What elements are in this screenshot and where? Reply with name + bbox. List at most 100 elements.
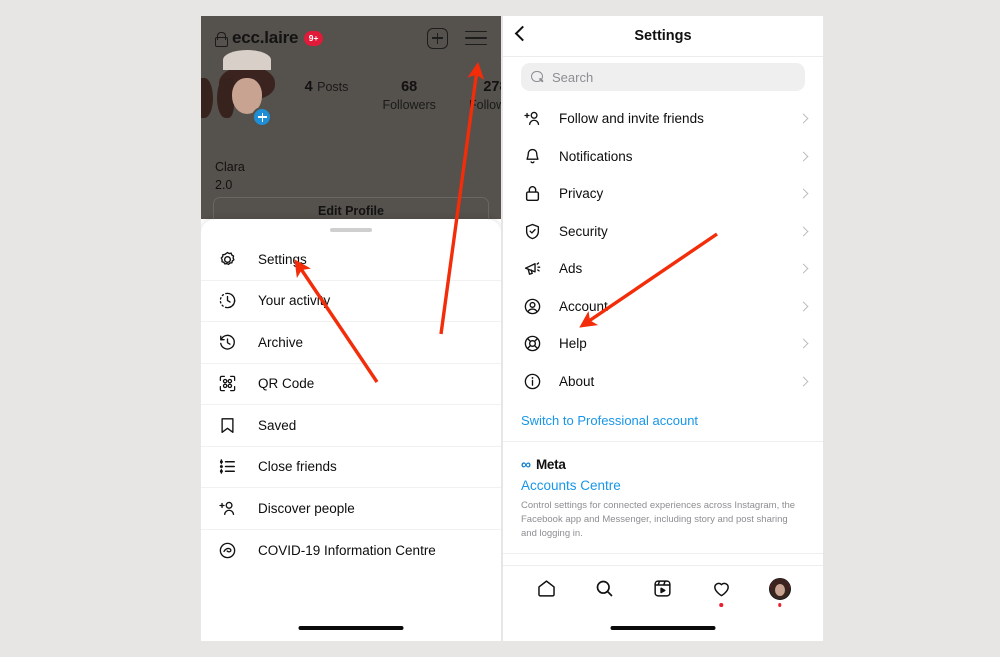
meta-infinity-icon: ∞ — [521, 456, 531, 472]
settings-item-label: Follow and invite friends — [559, 111, 704, 127]
sheet-item-label: Saved — [258, 417, 297, 433]
sheet-item-label: Discover people — [258, 500, 355, 516]
profile-avatar-icon — [768, 577, 791, 600]
account-circle-icon — [521, 295, 543, 317]
add-post-icon[interactable] — [427, 27, 448, 49]
settings-item-label: About — [559, 373, 595, 389]
lifebuoy-icon — [521, 333, 543, 355]
screenshot-stage: ecc.laire 9+ 4 Posts 68 Followers 27 Fol… — [0, 0, 1000, 657]
settings-item-help[interactable]: Help — [503, 325, 823, 363]
meta-accounts-centre-block: ∞ Meta Accounts Centre Control settings … — [503, 442, 823, 555]
settings-item-notifications[interactable]: Notifications — [503, 138, 823, 176]
profile-badge-dot — [778, 603, 782, 607]
settings-item-privacy[interactable]: Privacy — [503, 175, 823, 213]
settings-item-follow-and-invite-friends[interactable]: Follow and invite friends — [503, 100, 823, 138]
sheet-item-covid-19-information-centre[interactable]: COVID-19 Information Centre — [201, 530, 501, 572]
bio-line-2: 2.0 — [215, 178, 233, 193]
profile-username[interactable]: ecc.laire — [232, 28, 298, 48]
settings-item-account[interactable]: Account — [503, 288, 823, 326]
stat-followers[interactable]: 68 Followers — [380, 78, 437, 114]
page-title: Settings — [634, 28, 692, 44]
stat-posts[interactable]: 4 Posts — [298, 78, 354, 114]
username-badge: 9+ — [304, 30, 323, 46]
sheet-item-label: COVID-19 Information Centre — [258, 542, 436, 558]
settings-item-label: Security — [559, 223, 608, 239]
sheet-item-discover-people[interactable]: Discover people — [201, 488, 501, 530]
sheet-item-settings[interactable]: Settings — [201, 239, 501, 281]
add-story-icon[interactable] — [252, 107, 273, 127]
chevron-right-icon — [798, 151, 809, 162]
tab-activity[interactable] — [704, 574, 738, 607]
home-icon — [537, 580, 555, 597]
settings-list: Follow and invite friends Notifications — [503, 100, 823, 595]
sheet-item-close-friends[interactable]: Close friends — [201, 447, 501, 488]
chevron-right-icon — [798, 301, 809, 312]
hamburger-icon[interactable] — [465, 30, 487, 46]
right-phone-screen: Settings Search Follow and invite friend… — [503, 16, 823, 641]
stat-following[interactable]: 278 Following — [464, 78, 501, 114]
sheet-item-label: Archive — [258, 334, 304, 350]
settings-item-label: Account — [559, 298, 608, 314]
meta-brand-label: Meta — [535, 456, 566, 472]
profile-header-dimmed: ecc.laire 9+ 4 Posts 68 Followers 27 Fol… — [201, 16, 501, 225]
sheet-item-saved[interactable]: Saved — [201, 405, 501, 447]
settings-item-security[interactable]: Security — [503, 213, 823, 251]
settings-item-label: Privacy — [559, 186, 604, 202]
profile-stats-row: 4 Posts 68 Followers 278 Following — [201, 50, 501, 128]
chevron-right-icon — [798, 338, 809, 349]
followers-count: 68 — [401, 78, 418, 95]
bookmark-icon — [215, 413, 239, 437]
profile-bio: Clara 2.0 — [215, 158, 245, 194]
bio-name: Clara — [215, 160, 245, 174]
following-label: Following — [469, 98, 501, 113]
add-person-icon — [215, 496, 239, 520]
settings-header: Settings — [503, 16, 823, 57]
accounts-centre-link[interactable]: Accounts Centre — [521, 478, 805, 493]
bottom-tab-bar — [503, 565, 823, 611]
following-count: 278 — [483, 78, 501, 95]
search-icon — [531, 70, 544, 84]
close-friends-list-icon — [215, 455, 239, 479]
chevron-right-icon — [798, 263, 809, 274]
search-icon — [596, 580, 613, 597]
activity-badge-dot — [719, 603, 724, 607]
settings-item-label: Notifications — [559, 148, 633, 164]
switch-to-professional-account-link[interactable]: Switch to Professional account — [503, 400, 823, 442]
gear-icon — [215, 247, 239, 271]
sheet-item-label: Close friends — [258, 459, 337, 475]
tab-reels[interactable] — [646, 574, 680, 604]
home-indicator — [610, 625, 716, 630]
info-circle-icon — [521, 370, 543, 392]
sheet-item-label: QR Code — [258, 376, 315, 392]
sheet-item-label: Settings — [258, 251, 307, 267]
archive-clock-back-icon — [215, 330, 239, 354]
chevron-right-icon — [798, 376, 809, 387]
sheet-item-label: Your activity — [258, 293, 331, 309]
reels-icon — [654, 580, 672, 597]
add-person-icon — [521, 108, 543, 130]
posts-count: 4 — [304, 78, 313, 95]
tab-search[interactable] — [588, 574, 622, 604]
tab-profile[interactable] — [763, 574, 797, 607]
sheet-item-archive[interactable]: Archive — [201, 322, 501, 364]
back-chevron-icon[interactable] — [514, 25, 531, 42]
lock-icon — [215, 31, 228, 47]
chevron-right-icon — [798, 188, 809, 199]
sheet-item-qr-code[interactable]: QR Code — [201, 364, 501, 405]
settings-item-about[interactable]: About — [503, 363, 823, 401]
search-placeholder: Search — [552, 69, 594, 85]
sheet-item-your-activity[interactable]: Your activity — [201, 281, 501, 322]
tab-home[interactable] — [529, 574, 563, 604]
chevron-right-icon — [798, 113, 809, 124]
sheet-grabber[interactable] — [330, 228, 372, 232]
profile-actions — [427, 27, 487, 49]
shield-check-icon — [521, 220, 543, 242]
search-input[interactable]: Search — [521, 63, 805, 91]
settings-item-ads[interactable]: Ads — [503, 250, 823, 288]
stats-group: 4 Posts 68 Followers 278 Following — [298, 78, 501, 114]
megaphone-icon — [521, 258, 543, 280]
settings-item-label: Help — [559, 336, 587, 352]
avatar[interactable] — [201, 50, 281, 128]
chevron-right-icon — [798, 226, 809, 237]
accounts-centre-description: Control settings for connected experienc… — [521, 500, 796, 539]
